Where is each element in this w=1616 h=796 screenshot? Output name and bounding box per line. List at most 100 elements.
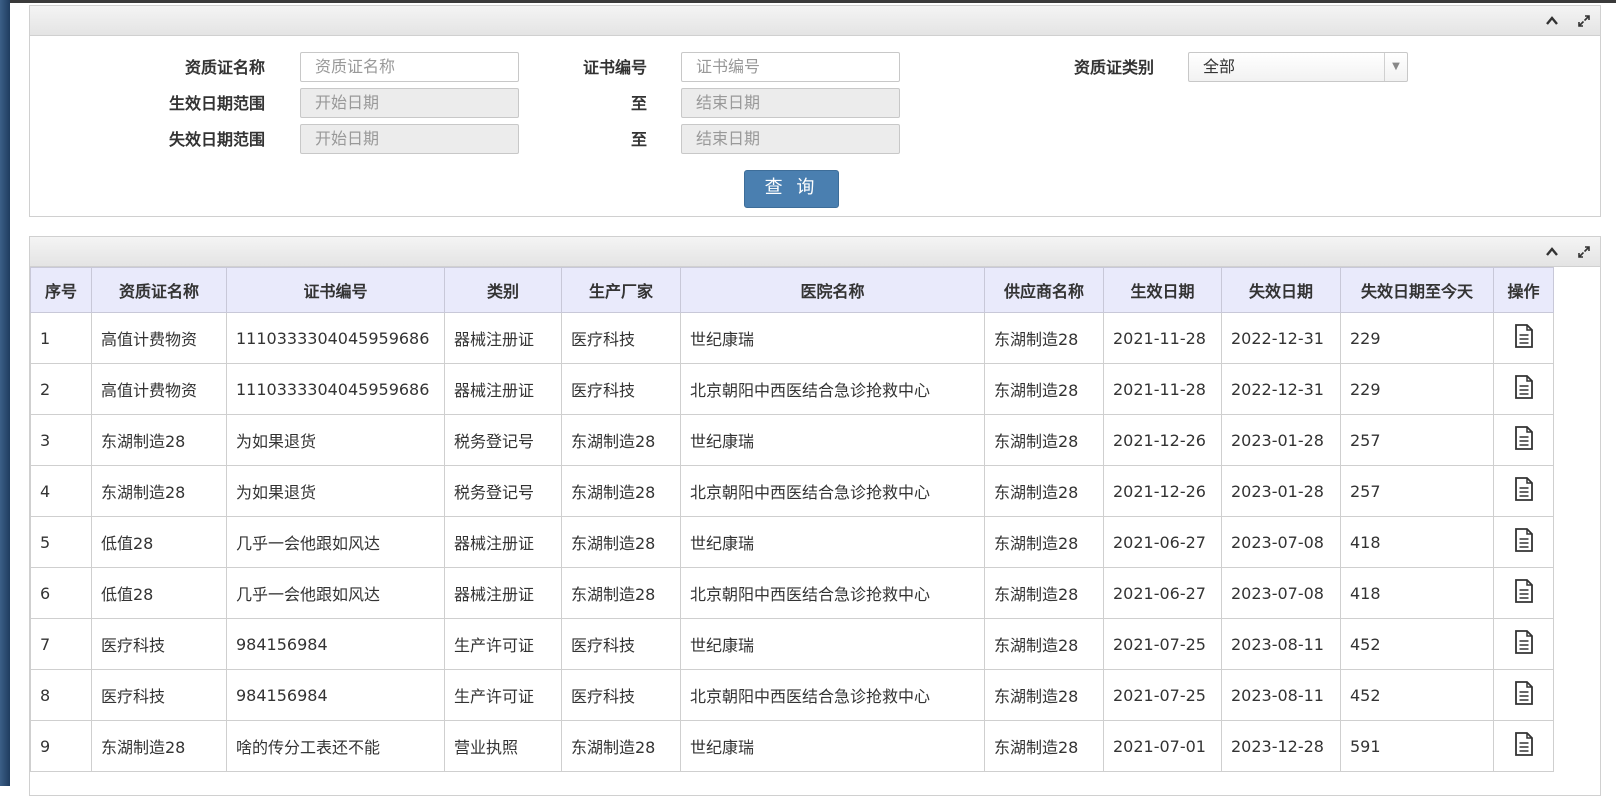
cert-name-label: 资质证名称 <box>184 58 265 77</box>
table-cell: 418 <box>1340 516 1494 568</box>
results-panel: 序号 资质证名称 证书编号 类别 生产厂家 医院名称 供应商名称 生效日期 失效… <box>29 236 1601 796</box>
table-cell: 2022-12-31 <box>1221 312 1341 364</box>
col-header[interactable]: 供应商名称 <box>984 267 1104 313</box>
table-cell: 452 <box>1340 669 1494 721</box>
document-icon[interactable] <box>1514 681 1534 709</box>
effective-to-label: 至 <box>630 94 647 113</box>
table-cell: 984156984 <box>226 669 445 721</box>
document-icon[interactable] <box>1514 324 1534 352</box>
document-icon[interactable] <box>1514 528 1534 556</box>
table-cell: 257 <box>1340 465 1494 517</box>
table-cell: 东湖制造28 <box>561 567 681 619</box>
table-cell: 229 <box>1340 312 1494 364</box>
table-cell: 257 <box>1340 414 1494 466</box>
table-cell: 高值计费物资 <box>91 363 227 415</box>
table-cell: 营业执照 <box>444 720 562 772</box>
table-cell: 2023-01-28 <box>1221 465 1341 517</box>
table-row[interactable]: 7 医疗科技 984156984 生产许可证 医疗科技 世纪康瑞 东湖制造28 2021-07… <box>30 618 1554 670</box>
table-row[interactable]: 8 医疗科技 984156984 生产许可证 医疗科技 北京朝阳中西医结合急诊抢救中心 东湖… <box>30 669 1554 721</box>
col-header[interactable]: 类别 <box>444 267 562 313</box>
query-button[interactable]: 查 询 <box>744 170 839 208</box>
table-cell: 几乎一会他跟如风达 <box>226 567 445 619</box>
table-cell: 2 <box>30 363 92 415</box>
table-cell: 2022-12-31 <box>1221 363 1341 415</box>
cert-number-label: 证书编号 <box>582 58 647 77</box>
table-cell: 东湖制造28 <box>984 567 1104 619</box>
col-header: 操作 <box>1493 267 1554 313</box>
document-icon[interactable] <box>1514 579 1534 607</box>
table-row[interactable]: 1 高值计费物资 1110333304045959686 器械注册证 医疗科技 世纪康瑞东… <box>30 312 1554 364</box>
table-row[interactable]: 4 东湖制造28 为如果退货 税务登记号 东湖制造28 北京朝阳中西医结合急诊抢救中心 东湖… <box>30 465 1554 517</box>
table-cell: 东湖制造28 <box>984 720 1104 772</box>
table-cell: 8 <box>30 669 92 721</box>
table-cell: 2021-06-27 <box>1103 516 1222 568</box>
table-cell: 东湖制造28 <box>561 720 681 772</box>
table-cell: 东湖制造28 <box>561 465 681 517</box>
document-icon[interactable] <box>1514 630 1534 658</box>
col-header[interactable]: 失效日期 <box>1221 267 1341 313</box>
table-cell: 591 <box>1340 720 1494 772</box>
col-header[interactable]: 证书编号 <box>226 267 445 313</box>
col-header[interactable]: 序号 <box>30 267 92 313</box>
expire-end-input[interactable]: 结束日期 <box>681 124 900 154</box>
table-cell: 世纪康瑞 <box>680 312 985 364</box>
col-header[interactable]: 生产厂家 <box>561 267 681 313</box>
table-cell: 生产许可证 <box>444 618 562 670</box>
effective-end-input[interactable]: 结束日期 <box>681 88 900 118</box>
table-cell: 2021-11-28 <box>1103 363 1222 415</box>
expand-icon[interactable] <box>1574 11 1594 31</box>
table-cell: 东湖制造28 <box>91 414 227 466</box>
col-header[interactable]: 失效日期至今天 <box>1340 267 1494 313</box>
table-cell: 9 <box>30 720 92 772</box>
col-header[interactable]: 生效日期 <box>1103 267 1222 313</box>
table-cell: 税务登记号 <box>444 465 562 517</box>
expire-range-label: 失效日期范围 <box>168 130 265 149</box>
table-cell: 2023-07-08 <box>1221 567 1341 619</box>
cert-name-input[interactable]: 资质证名称 <box>300 52 519 82</box>
table-cell: 2021-07-25 <box>1103 618 1222 670</box>
table-cell: 世纪康瑞 <box>680 414 985 466</box>
qualification-table: 序号 资质证名称 证书编号 类别 生产厂家 医院名称 供应商名称 生效日期 失效… <box>30 267 1554 772</box>
table-cell: 为如果退货 <box>226 414 445 466</box>
expire-start-input[interactable]: 开始日期 <box>300 124 519 154</box>
cert-number-input[interactable]: 证书编号 <box>681 52 900 82</box>
table-cell: 医疗科技 <box>561 312 681 364</box>
document-icon[interactable] <box>1514 426 1534 454</box>
expand-icon[interactable] <box>1574 242 1594 262</box>
col-header[interactable]: 资质证名称 <box>91 267 227 313</box>
table-cell: 医疗科技 <box>91 669 227 721</box>
table-cell: 2021-12-26 <box>1103 414 1222 466</box>
table-cell: 东湖制造28 <box>984 312 1104 364</box>
table-cell: 东湖制造28 <box>91 465 227 517</box>
table-cell: 医疗科技 <box>91 618 227 670</box>
effective-start-input[interactable]: 开始日期 <box>300 88 519 118</box>
table-cell: 1110333304045959686 <box>226 312 445 364</box>
chevron-up-icon[interactable] <box>1542 242 1562 262</box>
table-cell: 984156984 <box>226 618 445 670</box>
action-cell <box>1493 465 1554 517</box>
action-cell <box>1493 312 1554 364</box>
table-row[interactable]: 2 高值计费物资 1110333304045959686 器械注册证 医疗科技 北京朝阳中… <box>30 363 1554 415</box>
top-border <box>10 0 1616 3</box>
table-row[interactable]: 3 东湖制造28 为如果退货 税务登记号 东湖制造28 世纪康瑞 东湖制造28 2021-12… <box>30 414 1554 466</box>
table-cell: 1110333304045959686 <box>226 363 445 415</box>
table-row[interactable]: 6 低值28 几乎一会他跟如风达 器械注册证 东湖制造28 北京朝阳中西医结合急诊抢救中心… <box>30 567 1554 619</box>
table-row[interactable]: 5 低值28 几乎一会他跟如风达 器械注册证 东湖制造28 世纪康瑞 东湖制造28 2021-… <box>30 516 1554 568</box>
cert-type-select[interactable]: 全部 ▼ <box>1188 52 1408 82</box>
dropdown-arrow-icon[interactable]: ▼ <box>1384 53 1407 81</box>
chevron-up-icon[interactable] <box>1542 11 1562 31</box>
col-header[interactable]: 医院名称 <box>680 267 985 313</box>
table-cell: 为如果退货 <box>226 465 445 517</box>
table-cell: 东湖制造28 <box>984 414 1104 466</box>
action-cell <box>1493 720 1554 772</box>
table-cell: 1 <box>30 312 92 364</box>
table-cell: 2021-11-28 <box>1103 312 1222 364</box>
table-row[interactable]: 9 东湖制造28 啥的传分工表还不能 营业执照 东湖制造28 世纪康瑞 东湖制造28 2021… <box>30 720 1554 772</box>
table-cell: 医疗科技 <box>561 669 681 721</box>
document-icon[interactable] <box>1514 477 1534 505</box>
document-icon[interactable] <box>1514 732 1534 760</box>
document-icon[interactable] <box>1514 375 1534 403</box>
table-cell: 东湖制造28 <box>984 363 1104 415</box>
table-cell: 3 <box>30 414 92 466</box>
table-cell: 东湖制造28 <box>984 516 1104 568</box>
